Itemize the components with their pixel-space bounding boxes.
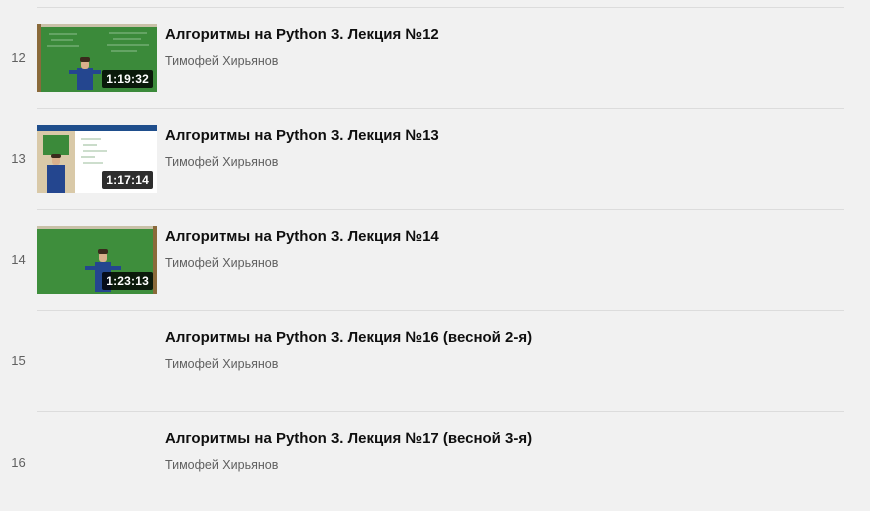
channel-name[interactable]: Тимофей Хирьянов xyxy=(165,357,278,371)
item-index: 12 xyxy=(11,50,26,65)
channel-name[interactable]: Тимофей Хирьянов xyxy=(165,155,278,169)
playlist-panel: 12 1:19:32 Алгоритмы на Python 3. Лекция… xyxy=(0,0,870,511)
item-index: 15 xyxy=(11,353,26,368)
video-duration: 1:17:14 xyxy=(102,171,153,189)
video-thumbnail[interactable] xyxy=(37,428,157,496)
video-thumbnail[interactable]: 1:19:32 xyxy=(37,24,157,92)
video-title[interactable]: Алгоритмы на Python 3. Лекция №17 (весно… xyxy=(165,430,532,447)
video-title[interactable]: Алгоритмы на Python 3. Лекция №14 xyxy=(165,228,439,245)
video-thumbnail[interactable] xyxy=(37,327,157,395)
row-divider xyxy=(37,7,844,8)
video-title[interactable]: Алгоритмы на Python 3. Лекция №13 xyxy=(165,127,439,144)
playlist-item[interactable]: 16 Алгоритмы на Python 3. Лекция №17 (ве… xyxy=(0,411,870,511)
playlist-item[interactable]: 12 1:19:32 Алгоритмы на Python 3. Лекция… xyxy=(0,7,870,108)
video-title[interactable]: Алгоритмы на Python 3. Лекция №16 (весно… xyxy=(165,329,532,346)
item-index: 14 xyxy=(11,252,26,267)
channel-name[interactable]: Тимофей Хирьянов xyxy=(165,256,278,270)
channel-name[interactable]: Тимофей Хирьянов xyxy=(165,54,278,68)
row-divider xyxy=(37,411,844,412)
item-index: 16 xyxy=(11,455,26,470)
playlist-item[interactable]: 14 1:23:13 Алгоритмы на Python 3. Лекция… xyxy=(0,209,870,310)
channel-name[interactable]: Тимофей Хирьянов xyxy=(165,458,278,472)
video-thumbnail[interactable]: 1:23:13 xyxy=(37,226,157,294)
video-title[interactable]: Алгоритмы на Python 3. Лекция №12 xyxy=(165,26,439,43)
row-divider xyxy=(37,310,844,311)
video-duration: 1:23:13 xyxy=(102,272,153,290)
row-divider xyxy=(37,108,844,109)
playlist-item[interactable]: 13 1:17:14 Алгоритмы на Python 3. Лекция… xyxy=(0,108,870,209)
item-index: 13 xyxy=(11,151,26,166)
row-divider xyxy=(37,209,844,210)
playlist-item[interactable]: 15 Алгоритмы на Python 3. Лекция №16 (ве… xyxy=(0,310,870,411)
video-thumbnail[interactable]: 1:17:14 xyxy=(37,125,157,193)
video-duration: 1:19:32 xyxy=(102,70,153,88)
